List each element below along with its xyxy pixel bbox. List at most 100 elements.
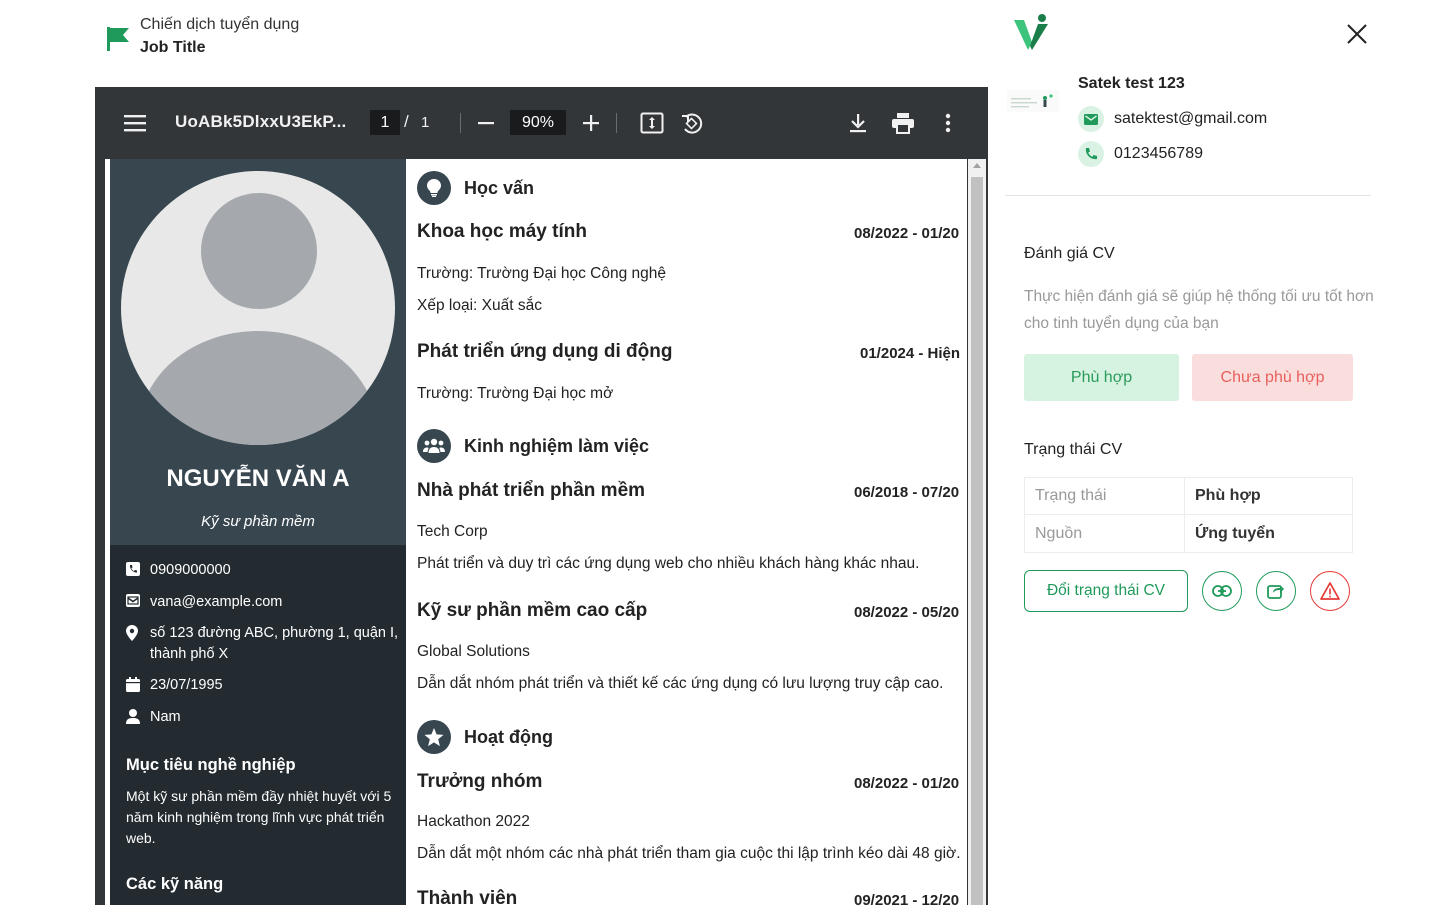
source-key: Nguồn — [1025, 515, 1185, 552]
experience-entry-line: Global Solutions — [417, 643, 530, 660]
job-title: Job Title — [140, 39, 206, 56]
cv-profile-header: NGUYỄN VĂN A Kỹ sư phần mềm — [110, 159, 406, 545]
cv-role: Kỹ sư phần mềm — [201, 513, 315, 530]
page-separator: / — [404, 112, 409, 131]
fit-page-icon[interactable] — [640, 87, 664, 159]
print-icon[interactable] — [891, 87, 915, 159]
experience-entry-date: 06/2018 - 07/20 — [854, 484, 960, 501]
cv-birthday: 23/07/1995 — [126, 675, 223, 696]
source-row: Nguồn Ứng tuyển — [1025, 515, 1352, 552]
unfit-button[interactable]: Chưa phù hợp — [1192, 354, 1353, 401]
location-icon — [126, 623, 150, 665]
source-value: Ứng tuyển — [1195, 524, 1275, 542]
experience-entry-title: Nhà phát triển phần mềm — [417, 480, 646, 501]
share-icon — [1267, 585, 1284, 599]
status-title: Trạng thái CV — [1024, 441, 1123, 458]
skills-title: Các kỹ năng — [126, 875, 224, 893]
evaluation-hint: Thực hiện đánh giá sẽ giúp hệ thống tối … — [1024, 288, 1374, 332]
cv-gender: Nam — [126, 707, 181, 728]
cv-address: số 123 đường ABC, phường 1, quận I, thành… — [126, 623, 398, 665]
experience-entry-line: Tech Corp — [417, 523, 488, 540]
education-entry-title: Phát triển ứng dụng di động — [417, 341, 673, 362]
education-section-header: Học vấn — [417, 171, 534, 205]
lightbulb-icon — [417, 171, 451, 205]
experience-entry-title: Kỹ sư phần mềm cao cấp — [417, 600, 648, 621]
cv-main: Học vấn Khoa học máy tính 08/2022 - 01/2… — [417, 159, 967, 905]
scroll-up-arrow-icon[interactable] — [973, 163, 981, 168]
mail-icon — [126, 592, 150, 613]
pdf-toolbar: UoABk5DlxxU3EkP... 1 / 1 90% — [95, 87, 988, 159]
avatar — [121, 171, 395, 445]
change-status-button[interactable]: Đổi trạng thái CV — [1024, 570, 1188, 612]
more-icon[interactable] — [943, 87, 953, 159]
star-icon — [417, 720, 451, 754]
education-entry-title: Khoa học máy tính — [417, 221, 587, 242]
zoom-in-icon[interactable] — [581, 87, 601, 159]
candidate-name: Satek test 123 — [1078, 75, 1185, 92]
activity-entry-line: Hackathon 2022 — [417, 813, 530, 830]
pdf-viewer: UoABk5DlxxU3EkP... 1 / 1 90% NGUYỄN VĂN … — [95, 87, 988, 905]
mail-icon — [1078, 106, 1104, 132]
activity-entry-date: 09/2021 - 12/20 — [854, 892, 960, 905]
logo — [1014, 14, 1048, 50]
candidate-phone-row: 0123456789 — [1078, 141, 1203, 167]
education-entry-date: 08/2022 - 01/20 — [854, 225, 960, 242]
status-table: Trạng thái Phù hợp Nguồn Ứng tuyển — [1024, 477, 1353, 553]
users-icon — [417, 429, 451, 463]
campaign-label: Chiến dịch tuyển dụng — [140, 16, 300, 33]
activity-entry-line: Dẫn dắt một nhóm các nhà phát triển tham… — [417, 845, 961, 862]
candidate-email-row: satektest@gmail.com — [1078, 106, 1267, 132]
status-value: Phù hợp — [1195, 487, 1261, 504]
scrollbar-thumb[interactable] — [971, 177, 983, 905]
objective-title: Mục tiêu nghề nghiệp — [126, 756, 296, 774]
phone-icon — [1078, 141, 1104, 167]
rotate-icon[interactable] — [680, 87, 704, 159]
page-number-input[interactable]: 1 — [370, 110, 400, 135]
share-button[interactable] — [1256, 571, 1296, 611]
close-icon[interactable] — [1345, 22, 1369, 46]
total-pages: 1 — [421, 114, 430, 131]
activities-section-header: Hoạt động — [417, 720, 553, 754]
fit-button[interactable]: Phù hợp — [1024, 354, 1179, 401]
divider — [1005, 195, 1371, 196]
link-icon — [1212, 585, 1232, 597]
activity-entry-title: Thành viên — [417, 888, 518, 905]
toolbar-divider — [616, 113, 617, 133]
activity-entry-title: Trưởng nhóm — [417, 771, 543, 792]
cv-name: NGUYỄN VĂN A — [166, 465, 350, 492]
status-row: Trạng thái Phù hợp — [1025, 478, 1352, 515]
pdf-file-name: UoABk5DlxxU3EkP... — [175, 112, 347, 131]
pdf-page: NGUYỄN VĂN A Kỹ sư phần mềm 0909000000 v… — [105, 159, 967, 905]
experience-section-header: Kinh nghiệm làm việc — [417, 429, 649, 463]
phone-icon — [126, 560, 150, 581]
calendar-icon — [126, 675, 150, 696]
flag-icon — [107, 27, 129, 51]
cv-thumbnail[interactable] — [1007, 90, 1059, 112]
education-entry-line: Trường: Trường Đại học mở — [417, 385, 614, 402]
experience-entry-line: Phát triển và duy trì các ứng dụng web c… — [417, 555, 920, 572]
status-key: Trạng thái — [1025, 478, 1185, 514]
cv-phone: 0909000000 — [126, 560, 231, 581]
education-entry-date: 01/2024 - Hiện — [860, 345, 961, 362]
pdf-scrollbar[interactable] — [968, 159, 986, 905]
candidate-phone[interactable]: 0123456789 — [1114, 145, 1203, 163]
zoom-input[interactable]: 90% — [510, 110, 566, 135]
copy-link-button[interactable] — [1202, 571, 1242, 611]
download-icon[interactable] — [847, 87, 869, 159]
menu-icon[interactable] — [123, 87, 147, 159]
objective-text: Một kỹ sư phần mềm đầy nhiệt huyết với 5… — [126, 788, 392, 846]
zoom-out-icon[interactable] — [476, 87, 496, 159]
toolbar-divider — [460, 113, 461, 133]
cv-sidebar: NGUYỄN VĂN A Kỹ sư phần mềm 0909000000 v… — [110, 159, 406, 905]
report-button[interactable] — [1310, 571, 1350, 611]
education-entry-line: Xếp loại: Xuất sắc — [417, 297, 542, 314]
user-icon — [126, 707, 150, 728]
experience-entry-date: 08/2022 - 05/20 — [854, 604, 960, 621]
candidate-email[interactable]: satektest@gmail.com — [1114, 110, 1267, 128]
warning-icon — [1320, 582, 1340, 600]
activity-entry-date: 08/2022 - 01/20 — [854, 775, 960, 792]
cv-email: vana@example.com — [126, 592, 282, 613]
evaluation-title: Đánh giá CV — [1024, 245, 1115, 262]
education-entry-line: Trường: Trường Đại học Công nghệ — [417, 265, 667, 282]
experience-entry-line: Dẫn dắt nhóm phát triển và thiết kế các … — [417, 675, 944, 692]
